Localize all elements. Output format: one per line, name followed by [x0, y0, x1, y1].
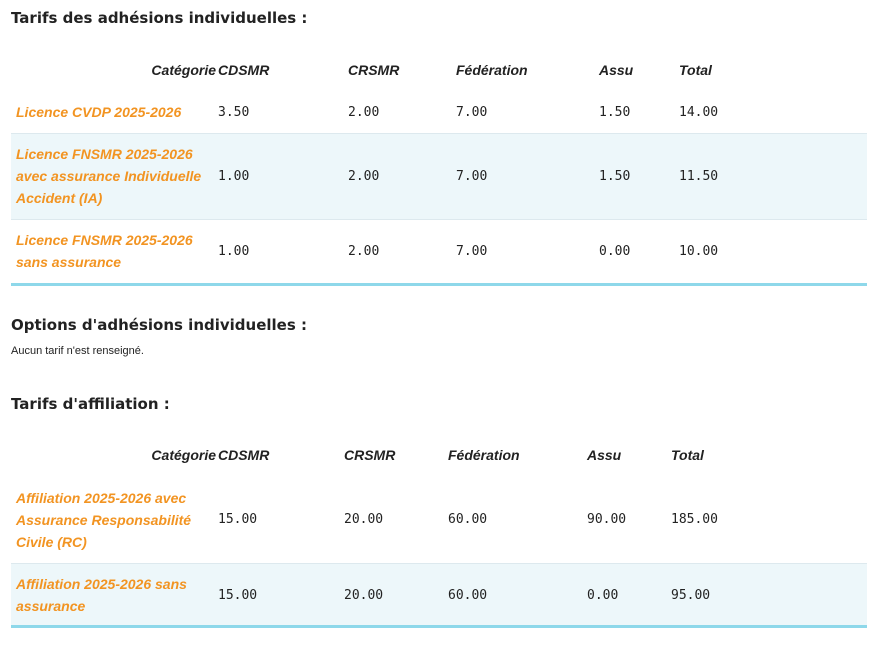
cdsmr-cell: 3.50: [218, 104, 250, 120]
table-header-row: Catégorie CDSMR CRSMR Fédération Assu To…: [11, 48, 867, 92]
cdsmr-cell: 1.00: [218, 168, 250, 184]
column-header-total: Total: [679, 62, 712, 78]
category-cell: Affiliation 2025-2026 sans assurance: [16, 576, 187, 615]
assu-cell: 0.00: [599, 243, 631, 259]
column-header-assu: Assu: [599, 62, 634, 78]
total-cell: 95.00: [671, 587, 711, 603]
column-header-total: Total: [671, 447, 704, 463]
crsmr-cell: 2.00: [348, 104, 380, 120]
crsmr-cell: 20.00: [344, 587, 384, 603]
category-cell: Affiliation 2025-2026 avec Assurance Res…: [16, 489, 192, 550]
cdsmr-cell: 15.00: [218, 587, 258, 603]
federation-cell: 7.00: [456, 243, 488, 259]
column-header-crsmr: CRSMR: [344, 447, 396, 463]
column-header-federation: Fédération: [456, 62, 528, 78]
federation-cell: 60.00: [448, 587, 488, 603]
table-row: Licence FNSMR 2025-2026 avec assurance I…: [11, 133, 867, 219]
total-cell: 14.00: [679, 104, 719, 120]
federation-cell: 7.00: [456, 104, 488, 120]
affiliation-rates-table: Catégorie CDSMR CRSMR Fédération Assu To…: [11, 433, 867, 627]
column-header-crsmr: CRSMR: [348, 62, 400, 78]
column-header-category: Catégorie: [151, 62, 216, 78]
federation-cell: 7.00: [456, 168, 488, 184]
assu-cell: 90.00: [587, 512, 627, 528]
total-cell: 11.50: [679, 168, 719, 184]
crsmr-cell: 2.00: [348, 168, 380, 184]
table-header-row: Catégorie CDSMR CRSMR Fédération Assu To…: [11, 433, 867, 477]
table-row: Licence FNSMR 2025-2026 sans assurance 1…: [11, 219, 867, 283]
column-header-federation: Fédération: [448, 447, 520, 463]
table-row: Licence CVDP 2025-2026 3.50 2.00 7.00 1.…: [11, 92, 867, 133]
assu-cell: 1.50: [599, 104, 631, 120]
empty-options-message: Aucun tarif n'est renseigné.: [11, 345, 144, 357]
affiliation-rates-title: Tarifs d'affiliation :: [11, 395, 170, 413]
column-header-category: Catégorie: [151, 447, 216, 463]
table-bottom-divider: [11, 283, 867, 286]
category-cell: Licence CVDP 2025-2026: [16, 104, 182, 121]
individual-rates-table: Catégorie CDSMR CRSMR Fédération Assu To…: [11, 48, 867, 283]
table-row: Affiliation 2025-2026 avec Assurance Res…: [11, 477, 867, 563]
total-cell: 185.00: [671, 512, 718, 528]
table-bottom-divider: [11, 625, 867, 628]
category-cell: Licence FNSMR 2025-2026 avec assurance I…: [16, 146, 202, 206]
category-cell: Licence FNSMR 2025-2026 sans assurance: [16, 232, 193, 271]
crsmr-cell: 20.00: [344, 512, 384, 528]
options-title: Options d'adhésions individuelles :: [11, 316, 307, 334]
assu-cell: 1.50: [599, 168, 631, 184]
column-header-cdsmr: CDSMR: [218, 447, 270, 463]
federation-cell: 60.00: [448, 512, 488, 528]
column-header-assu: Assu: [587, 447, 622, 463]
column-header-cdsmr: CDSMR: [218, 62, 270, 78]
assu-cell: 0.00: [587, 587, 619, 603]
crsmr-cell: 2.00: [348, 243, 380, 259]
cdsmr-cell: 15.00: [218, 512, 258, 528]
table-row: Affiliation 2025-2026 sans assurance 15.…: [11, 563, 867, 627]
individual-rates-title: Tarifs des adhésions individuelles :: [11, 9, 308, 27]
cdsmr-cell: 1.00: [218, 243, 250, 259]
total-cell: 10.00: [679, 243, 719, 259]
